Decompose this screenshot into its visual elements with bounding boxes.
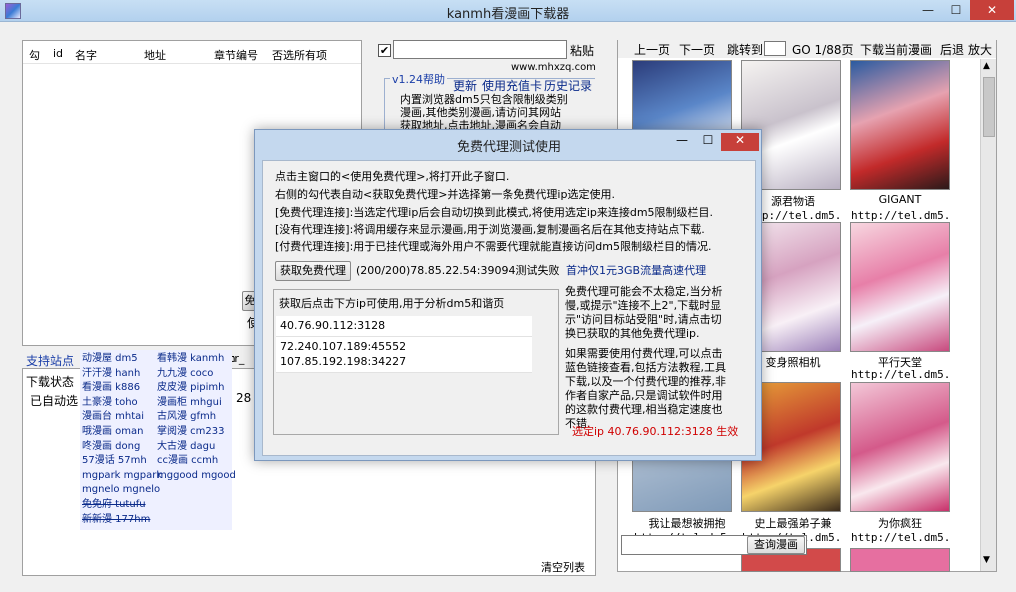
close-button[interactable]: ✕	[970, 0, 1014, 20]
col-name[interactable]: 名字	[75, 47, 97, 63]
window-title: kanmh看漫画下载器	[446, 7, 570, 22]
comic-title-3[interactable]: GIGANT	[845, 193, 955, 206]
update-link[interactable]: 更新	[453, 77, 477, 94]
title-bar: kanmh看漫画下载器 — ☐ ✕	[0, 0, 1016, 22]
site-link[interactable]: mggood mgood	[157, 469, 236, 483]
site-link[interactable]: 大古漫 dagu	[157, 440, 215, 454]
search-comic-button[interactable]: 查询漫画	[747, 536, 805, 554]
proxy-ip-row[interactable]: 40.76.90.112:3128	[276, 316, 532, 337]
col-address[interactable]: 地址	[144, 47, 166, 63]
next-page-button[interactable]: 下一页	[679, 41, 715, 58]
jump-label: 跳转到	[727, 43, 764, 57]
go-button[interactable]: GO 1/88页	[792, 41, 854, 58]
comic-url-3[interactable]: http://tel.dm5.	[851, 209, 961, 222]
dialog-maximize-button[interactable]: ☐	[695, 133, 721, 151]
proxy-note-1: 免费代理可能会不太稳定,当分析 慢,或提示"连接不上2",下载时显 示"访问目标…	[565, 285, 723, 340]
scroll-up-icon[interactable]: ▲	[983, 61, 990, 71]
col-select-all[interactable]: 否选所有项	[272, 47, 327, 63]
scroll-thumb[interactable]	[983, 77, 995, 137]
desc-line-1: 内置浏览器dm5只包含限制级类别	[400, 93, 568, 106]
download-status-text: 已自动选	[30, 394, 79, 408]
comic-url-6[interactable]: http://tel.dm5.	[851, 368, 961, 381]
page-input[interactable]	[764, 41, 786, 56]
site-link[interactable]: 57漫话 57mh	[82, 454, 147, 468]
site-link[interactable]: 汗汗漫 hanh	[82, 367, 140, 381]
url-input[interactable]	[393, 40, 567, 59]
clear-list-button[interactable]: 清空列表	[541, 559, 585, 575]
recharge-link[interactable]: 使用充值卡	[482, 77, 542, 94]
download-count: 28	[236, 391, 252, 405]
site-link[interactable]: 古风漫 gfmh	[157, 410, 216, 424]
proxy-ip-row[interactable]: 107.85.192.198:34227	[276, 352, 532, 373]
ip-list-header: 获取后点击下方ip可使用,用于分析dm5和谐页	[279, 297, 505, 310]
scroll-down-icon[interactable]: ▼	[983, 555, 990, 565]
dialog-line-4: [没有代理连接]:将调用缓存来显示漫画,用于浏览漫画,复制漫画名后在其他支持站点…	[275, 223, 705, 236]
site-link[interactable]: 动漫屋 dm5	[82, 352, 138, 366]
site-text: www.mhxzq.com	[511, 62, 596, 73]
site-link[interactable]: 新新漫 177hm	[82, 513, 150, 527]
download-current-button[interactable]: 下载当前漫画	[860, 41, 932, 58]
comic-title-8[interactable]: 史上最强弟子兼	[738, 515, 848, 531]
comic-scrollbar[interactable]: ▲ ▼	[980, 59, 996, 571]
site-link[interactable]: 免免府 tutufu	[82, 498, 146, 512]
sites-extra-2: tr_	[230, 352, 245, 365]
auto-checkbox[interactable]: ✔	[378, 44, 391, 57]
get-free-proxy-button[interactable]: 获取免费代理	[275, 261, 351, 281]
history-link[interactable]: 历史记录	[544, 77, 592, 94]
site-link[interactable]: mgpark mgpark	[82, 469, 162, 483]
comic-cover-9[interactable]	[850, 382, 950, 512]
prev-page-button[interactable]: 上一页	[634, 41, 670, 58]
dialog-line-1: 点击主窗口的<使用免费代理>,将打开此子窗口.	[275, 170, 510, 183]
comic-title-7[interactable]: 我让最想被拥抱	[632, 515, 742, 531]
site-link[interactable]: 土豪漫 toho	[82, 396, 138, 410]
selected-ip-status: 选定ip 40.76.90.112:3128 生效	[572, 425, 739, 438]
site-link[interactable]: 看漫画 k886	[82, 381, 140, 395]
header-divider	[23, 63, 361, 64]
zoom-button[interactable]: 放大	[968, 41, 992, 58]
supported-sites-label: 支持站点	[26, 354, 75, 368]
promo-proxy-link[interactable]: 首冲仅1元3GB流量高速代理	[566, 264, 706, 278]
site-link[interactable]: 皮皮漫 pipimh	[157, 381, 225, 395]
comic-cover-6[interactable]	[850, 222, 950, 352]
proxy-note-2: 如果需要使用付费代理,可以点击 蓝色链接查看,包括方法教程,工具 下载,以及一个…	[565, 347, 726, 430]
search-box[interactable]: 查询漫画	[621, 535, 807, 555]
comic-cover-3[interactable]	[850, 60, 950, 190]
dialog-close-button[interactable]: ✕	[721, 133, 759, 151]
download-status-header: 下载状态	[26, 375, 75, 389]
dialog-line-2: 右侧的勾代表自动<获取免费代理>并选择第一条免费代理ip选定使用.	[275, 188, 615, 201]
site-link[interactable]: 九九漫 coco	[157, 367, 213, 381]
free-proxy-dialog[interactable]: 免费代理测试使用 — ☐ ✕ 点击主窗口的<使用免费代理>,将打开此子窗口. 右…	[254, 129, 762, 461]
proxy-test-status: (200/200)78.85.22.54:39094测试失败	[356, 264, 560, 277]
col-chapter-number[interactable]: 章节编号	[214, 47, 258, 63]
dialog-minimize-button[interactable]: —	[669, 133, 695, 151]
site-link[interactable]: 哦漫画 oman	[82, 425, 144, 439]
site-link[interactable]: 漫画台 mhtai	[82, 410, 144, 424]
dialog-line-5: [付费代理连接]:用于已挂代理或海外用户不需要代理就能直接访问dm5限制级栏目的…	[275, 240, 712, 253]
site-link[interactable]: cc漫画 ccmh	[157, 454, 218, 468]
site-link[interactable]: mgnelo mgnelo	[82, 483, 160, 497]
minimize-button[interactable]: —	[914, 0, 942, 20]
site-link[interactable]: 漫画柜 mhgui	[157, 396, 222, 410]
help-label[interactable]: v1.24帮助	[390, 71, 448, 87]
site-link[interactable]: 咚漫画 dong	[82, 440, 140, 454]
desc-line-2: 漫画,其他类别漫画,请访问其网站	[400, 106, 561, 119]
comic-title-9[interactable]: 为你疯狂	[845, 515, 955, 531]
site-link[interactable]: 看韩漫 kanmh	[157, 352, 224, 366]
back-button[interactable]: 后退	[940, 41, 964, 58]
paste-button[interactable]: 粘贴	[570, 42, 594, 59]
dialog-line-3: [免费代理连接]:当选定代理ip后会自动切换到此模式,将使用选定ip来连接dm5…	[275, 206, 714, 219]
maximize-button[interactable]: ☐	[942, 0, 970, 20]
dialog-body: 点击主窗口的<使用免费代理>,将打开此子窗口. 右侧的勾代表自动<获取免费代理>…	[262, 160, 756, 456]
site-link[interactable]: 掌阅漫 cm233	[157, 425, 225, 439]
comic-url-9[interactable]: http://tel.dm5.	[851, 531, 961, 544]
comic-cover-11-partial[interactable]	[850, 548, 950, 572]
col-check[interactable]: 勾	[29, 47, 40, 63]
col-id[interactable]: id	[53, 47, 63, 60]
